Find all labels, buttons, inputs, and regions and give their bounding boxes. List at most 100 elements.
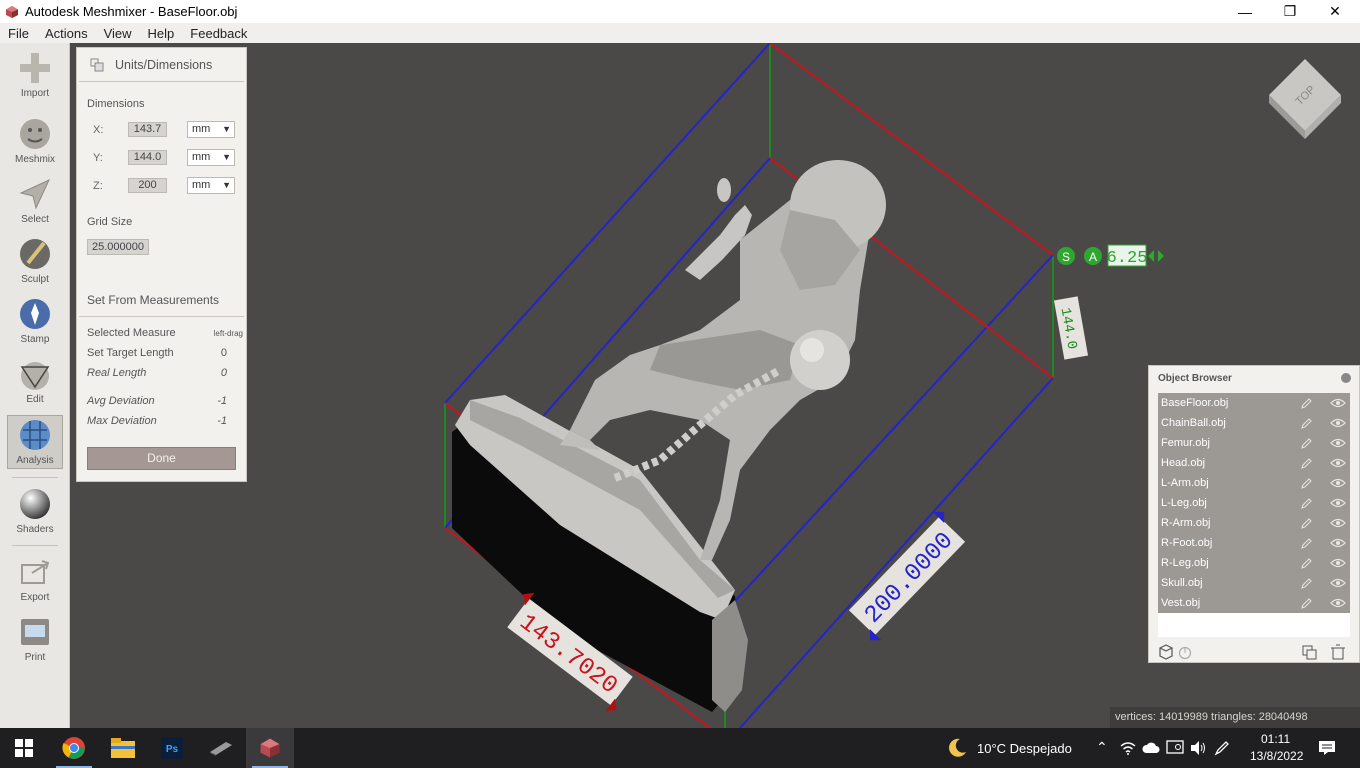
edit-pencil-icon[interactable] [1301, 418, 1312, 429]
dim-x-input[interactable]: 143.7 [128, 122, 167, 137]
edit-pencil-icon[interactable] [1301, 498, 1312, 509]
decrease-arrow-icon [1148, 250, 1154, 262]
visibility-eye-icon[interactable] [1330, 518, 1346, 528]
close-icon[interactable] [1341, 373, 1351, 383]
tool-label: Select [21, 214, 49, 225]
tool-import[interactable]: Import [7, 47, 63, 101]
taskbar-explorer[interactable] [99, 728, 147, 768]
grid-size-input[interactable]: 25.000000 [87, 239, 149, 255]
edit-pencil-icon[interactable] [1301, 518, 1312, 529]
object-list-item[interactable]: R-Leg.obj [1158, 553, 1350, 573]
visibility-eye-icon[interactable] [1330, 418, 1346, 428]
visibility-eye-icon[interactable] [1330, 598, 1346, 608]
object-list-item[interactable]: BaseFloor.obj [1158, 393, 1350, 413]
edit-pencil-icon[interactable] [1301, 558, 1312, 569]
object-list-item[interactable]: L-Arm.obj [1158, 473, 1350, 493]
menu-file[interactable]: File [0, 26, 37, 41]
shaders-sphere-icon [17, 486, 53, 522]
dim-z-unit-select[interactable]: mm ▼ [187, 177, 235, 194]
units-dimensions-panel: Units/Dimensions Dimensions X: 143.7 mm ▼… [76, 47, 247, 482]
tool-label: Meshmix [14, 154, 55, 165]
done-button[interactable]: Done [87, 447, 236, 470]
visibility-eye-icon[interactable] [1330, 558, 1346, 568]
start-button[interactable] [0, 728, 48, 768]
visibility-eye-icon[interactable] [1330, 498, 1346, 508]
bbox-edge [739, 377, 1054, 728]
object-list-item[interactable]: Vest.obj [1158, 593, 1350, 613]
cloud-icon[interactable] [1142, 742, 1160, 754]
dim-z-input[interactable]: 200 [128, 178, 167, 193]
view-cube: TOP [1269, 59, 1341, 139]
taskbar-meshmixer[interactable] [246, 728, 294, 768]
menu-view[interactable]: View [96, 26, 140, 41]
grid-size-label: Grid Size [87, 216, 133, 228]
tool-select[interactable]: Select [7, 173, 63, 227]
dim-y-unit-select[interactable]: mm ▼ [187, 149, 235, 166]
object-name: BaseFloor.obj [1161, 397, 1229, 409]
menu-actions[interactable]: Actions [37, 26, 96, 41]
m-row-value[interactable]: 0 [221, 347, 227, 359]
tool-export[interactable]: Export [7, 551, 63, 605]
mesh-stats: vertices: 14019989 triangles: 28040498 [1110, 707, 1360, 728]
notifications-icon[interactable] [1318, 740, 1336, 756]
edit-pencil-icon[interactable] [1301, 538, 1312, 549]
tool-sculpt[interactable]: Sculpt [7, 233, 63, 287]
tool-shaders[interactable]: Shaders [7, 483, 63, 537]
visibility-eye-icon[interactable] [1330, 578, 1346, 588]
tool-stamp[interactable]: Stamp [7, 293, 63, 347]
taskbar-photoshop[interactable]: Ps [148, 728, 196, 768]
edit-pencil-icon[interactable] [1301, 398, 1312, 409]
object-list-item[interactable]: Head.obj [1158, 453, 1350, 473]
tool-meshmix[interactable]: Meshmix [7, 113, 63, 167]
dim-x-axis-label: X: [93, 124, 104, 136]
visibility-eye-icon[interactable] [1330, 398, 1346, 408]
edit-pencil-icon[interactable] [1301, 438, 1312, 449]
tool-edit[interactable]: Edit [7, 353, 63, 407]
meshmixer-icon [260, 738, 280, 758]
volume-icon[interactable] [1190, 740, 1206, 756]
edit-pencil-icon[interactable] [1301, 458, 1312, 469]
visibility-eye-icon[interactable] [1330, 478, 1346, 488]
menu-feedback[interactable]: Feedback [182, 26, 255, 41]
chevron-up-icon[interactable]: ⌃ [1096, 739, 1108, 756]
tool-analysis[interactable]: Analysis [7, 415, 63, 469]
object-list-item[interactable]: ChainBall.obj [1158, 413, 1350, 433]
clock-time[interactable]: 01:11 [1261, 732, 1290, 746]
a-badge-text: A [1089, 250, 1097, 264]
object-list-item[interactable]: Femur.obj [1158, 433, 1350, 453]
object-list-item[interactable]: R-Foot.obj [1158, 533, 1350, 553]
object-name: L-Arm.obj [1161, 477, 1209, 489]
tool-print[interactable]: Print [7, 611, 63, 665]
set-target-length-row[interactable]: Set Target Length 0 [87, 347, 245, 359]
object-list-item[interactable]: L-Leg.obj [1158, 493, 1350, 513]
edit-pencil-icon[interactable] [1301, 598, 1312, 609]
close-button[interactable]: ✕ [1312, 0, 1358, 23]
wifi-icon[interactable] [1120, 741, 1136, 755]
maximize-button[interactable]: ❐ [1267, 0, 1313, 23]
taskbar: Ps 10°C Despejado ⌃ 01:11 13/8/2022 [0, 728, 1360, 768]
menu-help[interactable]: Help [140, 26, 183, 41]
taskbar-chrome[interactable] [50, 728, 98, 768]
tool-label: Sculpt [21, 274, 49, 285]
minimize-button[interactable]: — [1222, 0, 1268, 23]
chevron-down-icon: ▼ [222, 152, 231, 162]
pen-icon[interactable] [1214, 740, 1230, 756]
taskbar-slicer[interactable] [197, 728, 245, 768]
tool-label: Stamp [20, 334, 50, 345]
visibility-eye-icon[interactable] [1330, 438, 1346, 448]
tool-label: Analysis [16, 455, 54, 466]
device-icon[interactable] [1166, 740, 1184, 756]
dim-x-unit-value: mm [192, 123, 211, 135]
edit-pencil-icon[interactable] [1301, 578, 1312, 589]
dim-x-unit-select[interactable]: mm ▼ [187, 121, 235, 138]
object-list-item[interactable]: R-Arm.obj [1158, 513, 1350, 533]
weather-text[interactable]: 10°C Despejado [977, 741, 1072, 756]
object-list: BaseFloor.obj ChainBall.obj Femur.obj Head.… [1158, 393, 1350, 613]
dim-y-input[interactable]: 144.0 [128, 150, 167, 165]
edit-pencil-icon[interactable] [1301, 478, 1312, 489]
visibility-eye-icon[interactable] [1330, 458, 1346, 468]
slicer-icon [210, 742, 232, 756]
visibility-eye-icon[interactable] [1330, 538, 1346, 548]
object-list-item[interactable]: Skull.obj [1158, 573, 1350, 593]
clock-date[interactable]: 13/8/2022 [1250, 749, 1303, 763]
